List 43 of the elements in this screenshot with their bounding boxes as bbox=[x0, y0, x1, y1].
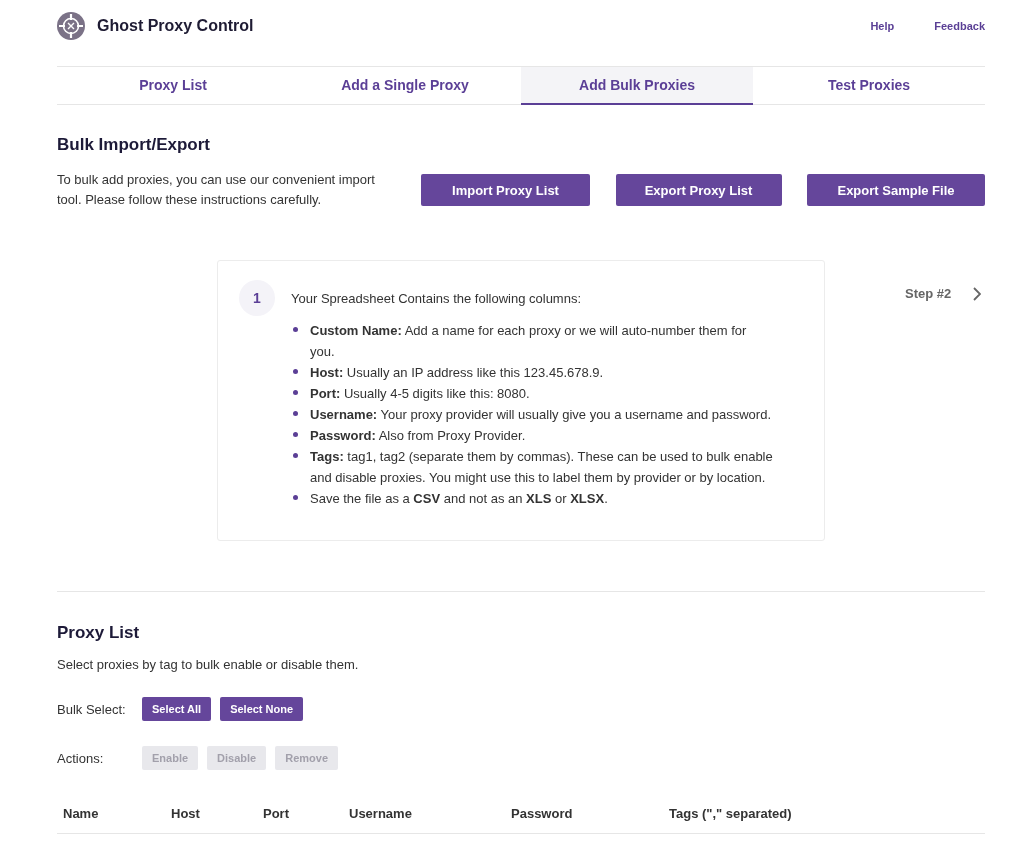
control-label: Actions: bbox=[57, 750, 105, 766]
step-title: Your Spreadsheet Contains the following columns: bbox=[291, 290, 583, 308]
tab[interactable]: Add Bulk Proxies bbox=[521, 67, 753, 105]
chevron-right-icon bbox=[973, 286, 982, 301]
section-description: To bulk add proxies, you can use our convenient import tool. Please follow these instructions carefully. bbox=[57, 171, 376, 209]
instruction-text: Tags: tag1, tag2 (separate them by commas). These can be used to bulk enable and disable proxies. You might use this to label them by provider or by location. bbox=[310, 448, 773, 487]
instruction-text: Host: Usually an IP address like this 123.45.678.9. bbox=[310, 364, 605, 382]
column-header: Password bbox=[510, 805, 574, 821]
bullet-icon bbox=[293, 453, 298, 458]
bullet-icon bbox=[293, 390, 298, 395]
column-header: Port bbox=[262, 805, 290, 821]
instruction-text: Port: Usually 4-5 digits like this: 8080. bbox=[310, 385, 531, 403]
action-button[interactable]: Import Proxy List bbox=[421, 174, 590, 206]
select-button[interactable]: Select All bbox=[142, 697, 212, 721]
instruction-text: Password: Also from Proxy Provider. bbox=[310, 427, 527, 445]
column-header: Tags ("," separated) bbox=[668, 805, 793, 821]
tab[interactable]: Proxy List bbox=[57, 67, 289, 105]
column-header: Username bbox=[348, 805, 413, 821]
instruction-text: Username: Your proxy provider will usually give you a username and password. bbox=[310, 406, 773, 424]
bullet-icon bbox=[293, 495, 298, 500]
next-step-button[interactable]: Step #2 bbox=[905, 286, 982, 301]
app-title: Ghost Proxy Control bbox=[97, 17, 254, 35]
crosshair-logo-icon bbox=[57, 12, 85, 40]
control-label: Bulk Select: bbox=[57, 701, 127, 717]
step-number: 1 bbox=[239, 280, 275, 316]
header-link[interactable]: Feedback bbox=[934, 20, 985, 32]
section-description: Select proxies by tag to bulk enable or disable them. bbox=[57, 656, 360, 674]
bullet-icon bbox=[293, 432, 298, 437]
action-button[interactable]: Export Sample File bbox=[807, 174, 985, 206]
column-header: Name bbox=[62, 805, 100, 821]
tab[interactable]: Test Proxies bbox=[753, 67, 985, 105]
select-button[interactable]: Select None bbox=[220, 697, 304, 721]
section-heading: Proxy List bbox=[57, 622, 141, 644]
bullet-icon bbox=[293, 411, 298, 416]
instruction-text: Custom Name: Add a name for each proxy or we will auto-number them for you. bbox=[310, 322, 748, 361]
action-button[interactable]: Export Proxy List bbox=[615, 174, 782, 206]
section-heading: Bulk Import/Export bbox=[57, 134, 211, 156]
instruction-text: Save the file as a CSV and not as an XLS or XLSX. bbox=[310, 490, 609, 508]
bullet-icon bbox=[293, 369, 298, 374]
column-header: Host bbox=[170, 805, 201, 821]
tab[interactable]: Add a Single Proxy bbox=[289, 67, 521, 105]
bullet-icon bbox=[293, 327, 298, 332]
header-link[interactable]: Help bbox=[870, 20, 895, 32]
